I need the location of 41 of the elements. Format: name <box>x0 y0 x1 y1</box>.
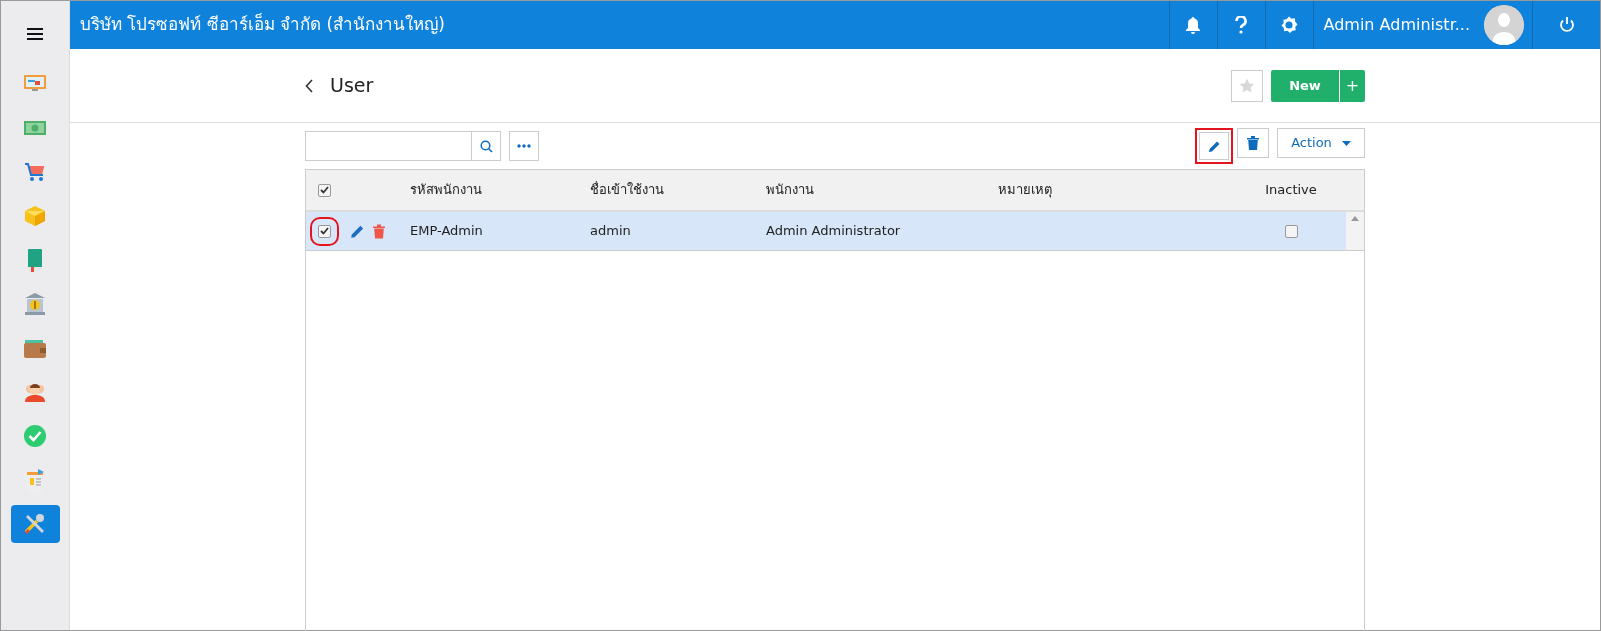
question-icon <box>1235 16 1247 34</box>
search-field[interactable] <box>305 131 471 161</box>
check-circle-icon <box>23 424 47 448</box>
table-row[interactable]: EMP-Admin admin Admin Administrator <box>306 212 1364 251</box>
search-icon <box>479 139 493 153</box>
select-all-checkbox[interactable] <box>317 183 331 197</box>
column-header[interactable]: รหัสพนักงาน <box>410 180 590 200</box>
scroll-up-icon[interactable] <box>1351 216 1359 221</box>
settings-icon <box>1279 15 1299 35</box>
column-header[interactable]: ชื่อเข้าใช้งาน <box>590 180 766 200</box>
table-cell-text: Admin Administrator <box>766 222 902 241</box>
column-header[interactable]: พนักงาน <box>766 180 998 200</box>
tools-icon <box>23 512 47 536</box>
bell-icon <box>1185 16 1201 34</box>
box-icon <box>23 204 47 228</box>
power-icon <box>1558 16 1575 34</box>
menu-icon <box>27 28 43 40</box>
dots-icon <box>517 144 531 148</box>
page-title: User <box>330 73 374 99</box>
avatar-icon <box>1484 5 1524 45</box>
column-header[interactable]: Inactive <box>1236 180 1346 200</box>
back-icon[interactable] <box>305 78 314 93</box>
action-dropdown[interactable]: Action <box>1277 128 1365 158</box>
edit-button[interactable] <box>1195 128 1233 164</box>
user-menu[interactable]: Admin Administr... <box>1312 1 1532 49</box>
table-cell-text: admin <box>590 222 632 241</box>
company-name: บริษัท โปรซอฟท์ ซีอาร์เอ็ม จำกัด (สำนักงานใหญ่) <box>79 12 446 37</box>
caret-icon <box>1341 140 1351 146</box>
more-button[interactable] <box>509 131 539 161</box>
sidebar-item[interactable] <box>10 505 60 543</box>
pencil-icon[interactable] <box>350 223 365 239</box>
trash-icon[interactable] <box>373 223 385 239</box>
search-button[interactable] <box>471 131 501 161</box>
favorite-button[interactable] <box>1231 69 1263 102</box>
delete-button[interactable] <box>1237 128 1269 158</box>
table-cell-text: EMP-Admin <box>410 222 484 241</box>
trash-icon <box>1247 136 1259 150</box>
cart-icon <box>23 160 47 184</box>
bank-icon <box>23 292 47 316</box>
column-header[interactable]: หมายเหตุ <box>998 180 1236 200</box>
pencil-icon <box>1207 139 1221 153</box>
